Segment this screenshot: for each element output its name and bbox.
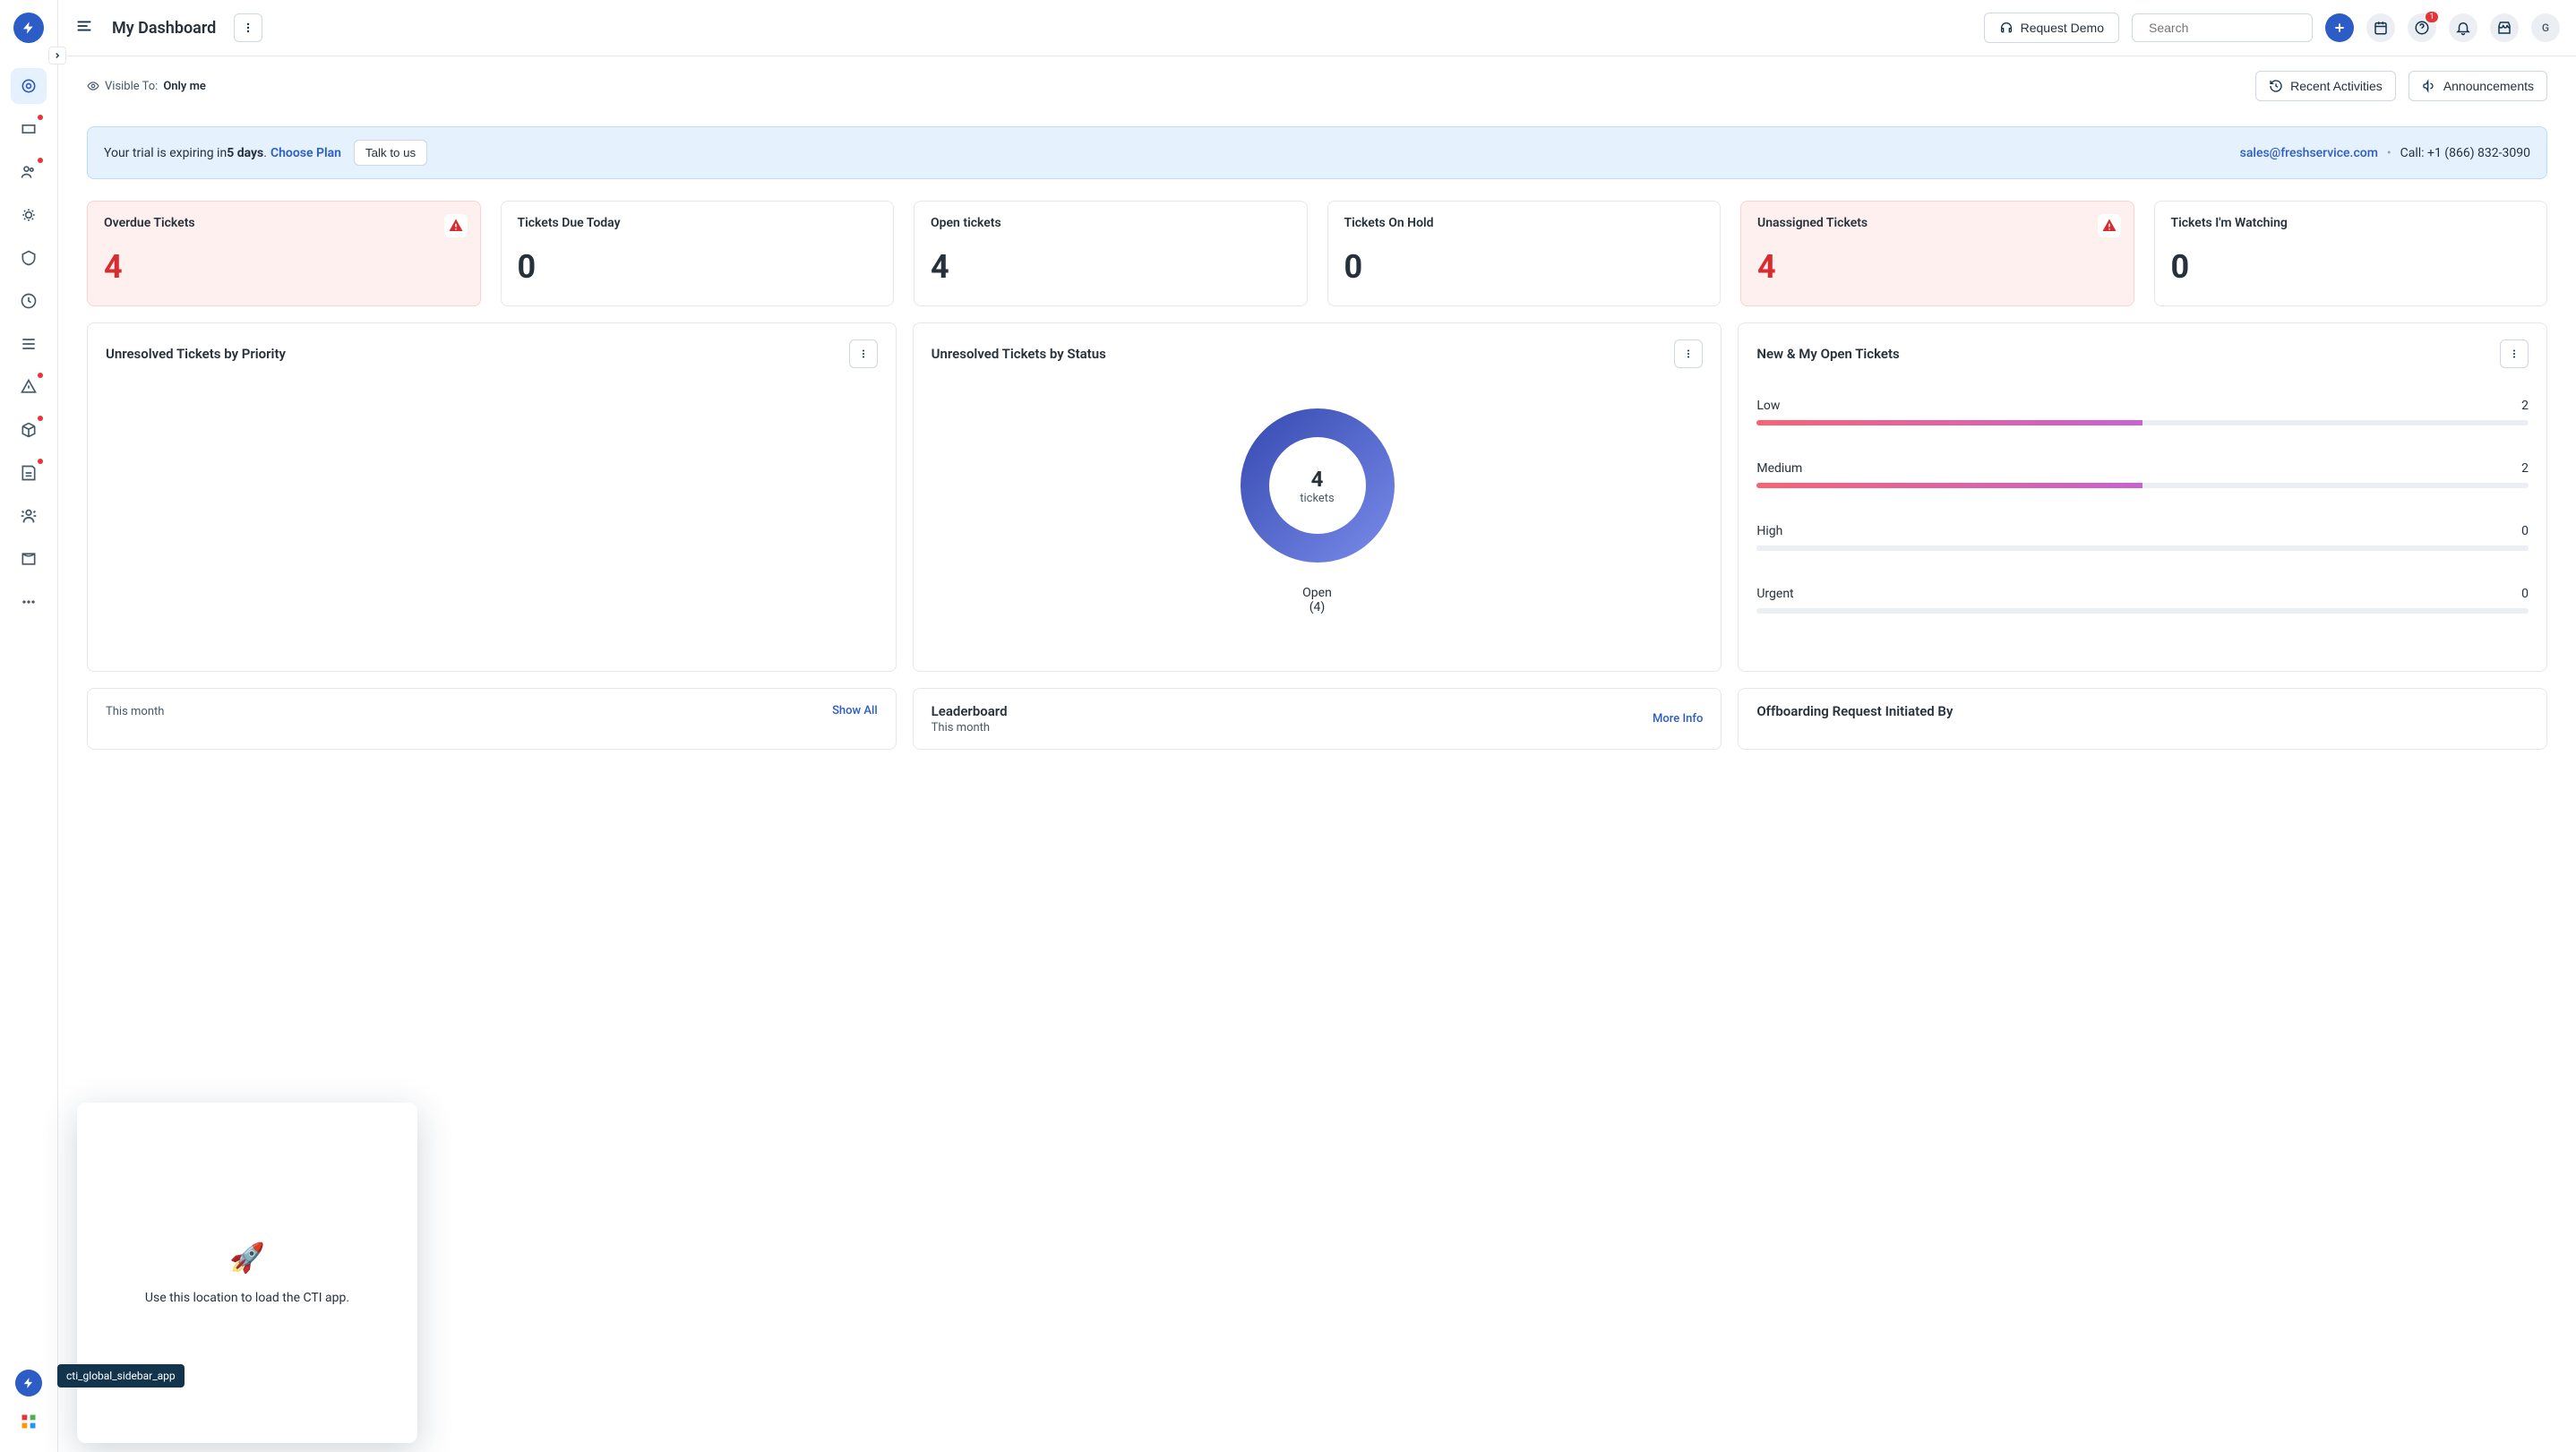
cti-popup: 🚀 Use this location to load the CTI app. (77, 1103, 417, 1443)
stat-card[interactable]: Tickets I'm Watching0 (2154, 201, 2548, 306)
hamburger-icon[interactable] (74, 16, 94, 39)
priority-row: Low2 (1756, 399, 2529, 425)
nav-inventory[interactable] (11, 412, 47, 448)
choose-plan-link[interactable]: Choose Plan (270, 146, 341, 160)
widget-title: Unresolved Tickets by Status (932, 346, 1106, 362)
widget-menu[interactable] (849, 339, 878, 368)
talk-to-us-button[interactable]: Talk to us (354, 140, 427, 166)
stat-card[interactable]: Tickets Due Today0 (501, 201, 895, 306)
logo[interactable] (13, 13, 44, 43)
trial-banner: Your trial is expiring in 5 days . Choos… (87, 126, 2547, 179)
nav-dashboard[interactable] (11, 68, 47, 104)
nav-tickets[interactable] (11, 111, 47, 147)
eye-icon (87, 80, 99, 92)
donut-chart: 4tickets (1241, 408, 1395, 563)
nav-releases[interactable] (11, 283, 47, 319)
title-more-button[interactable] (234, 13, 262, 42)
donut-legend: Open (4) (1302, 586, 1332, 614)
request-demo-button[interactable]: Request Demo (1984, 13, 2119, 43)
nav-assets[interactable] (11, 326, 47, 362)
sidebar-expand[interactable] (48, 47, 66, 64)
widget-new-open-tickets: New & My Open Tickets Low2 Medium2 High0 Ur… (1738, 322, 2547, 672)
stat-card[interactable]: Tickets On Hold0 (1327, 201, 1722, 306)
search-input[interactable] (2149, 21, 2311, 35)
widget-leaderboard: LeaderboardThis monthMore Info (913, 688, 1722, 750)
nav-workload[interactable] (11, 498, 47, 534)
new-button[interactable] (2325, 13, 2354, 42)
nav-problems[interactable] (11, 197, 47, 233)
widget-title: New & My Open Tickets (1756, 346, 1899, 362)
sidebar (0, 0, 58, 1452)
nav-cti-app[interactable] (15, 1370, 42, 1396)
megaphone-icon (2422, 79, 2436, 93)
history-icon (2269, 79, 2283, 93)
search-input-wrap[interactable] (2132, 13, 2313, 42)
priority-row: Medium2 (1756, 461, 2529, 488)
notifications-icon[interactable] (2449, 13, 2477, 42)
widget-menu[interactable] (1674, 339, 1703, 368)
announcements-button[interactable]: Announcements (2409, 71, 2547, 101)
nav-more[interactable] (11, 584, 47, 620)
subheader: Visible To: Only me Recent Activities An… (58, 56, 2576, 116)
widget-unresolved-status: Unresolved Tickets by Status 4tickets Op… (913, 322, 1722, 672)
nav-changes[interactable] (11, 240, 47, 276)
topbar: My Dashboard Request Demo 1 G (58, 0, 2576, 56)
help-badge: 1 (2426, 12, 2438, 22)
sales-email-link[interactable]: sales@freshservice.com (2240, 146, 2378, 160)
more-info-link[interactable]: More Info (1653, 712, 1703, 726)
rocket-icon: 🚀 (229, 1241, 265, 1275)
stat-card[interactable]: Overdue Tickets4 (87, 201, 481, 306)
widget-menu[interactable] (2500, 339, 2529, 368)
sales-phone: Call: +1 (866) 832-3090 (2400, 146, 2530, 160)
nav-apps[interactable] (11, 1404, 47, 1439)
help-icon[interactable]: 1 (2408, 13, 2436, 42)
user-avatar[interactable]: G (2531, 13, 2560, 42)
nav-alerts[interactable] (11, 369, 47, 405)
stat-card[interactable]: Open tickets4 (914, 201, 1308, 306)
widget-unresolved-priority: Unresolved Tickets by Priority (87, 322, 897, 672)
nav-solutions[interactable] (11, 541, 47, 577)
nav-contacts[interactable] (11, 154, 47, 190)
cti-tooltip: cti_global_sidebar_app (57, 1364, 185, 1388)
priority-row: Urgent0 (1756, 587, 2529, 614)
marketplace-icon[interactable] (2490, 13, 2519, 42)
calendar-icon[interactable] (2366, 13, 2395, 42)
alert-icon (444, 214, 468, 237)
stat-card[interactable]: Unassigned Tickets4 (1740, 201, 2134, 306)
widget-offboarding: Offboarding Request Initiated By (1738, 688, 2547, 750)
visibility-indicator: Visible To: Only me (87, 80, 206, 93)
headset-icon (1999, 21, 2014, 35)
priority-row: High0 (1756, 524, 2529, 551)
recent-activities-button[interactable]: Recent Activities (2255, 71, 2396, 101)
show-all-link[interactable]: Show All (832, 704, 878, 717)
alert-icon (2098, 214, 2121, 237)
widget-title: Unresolved Tickets by Priority (106, 346, 286, 362)
page-title: My Dashboard (112, 19, 216, 38)
nav-reports[interactable] (11, 455, 47, 491)
widget-summary: This monthShow All (87, 688, 897, 750)
